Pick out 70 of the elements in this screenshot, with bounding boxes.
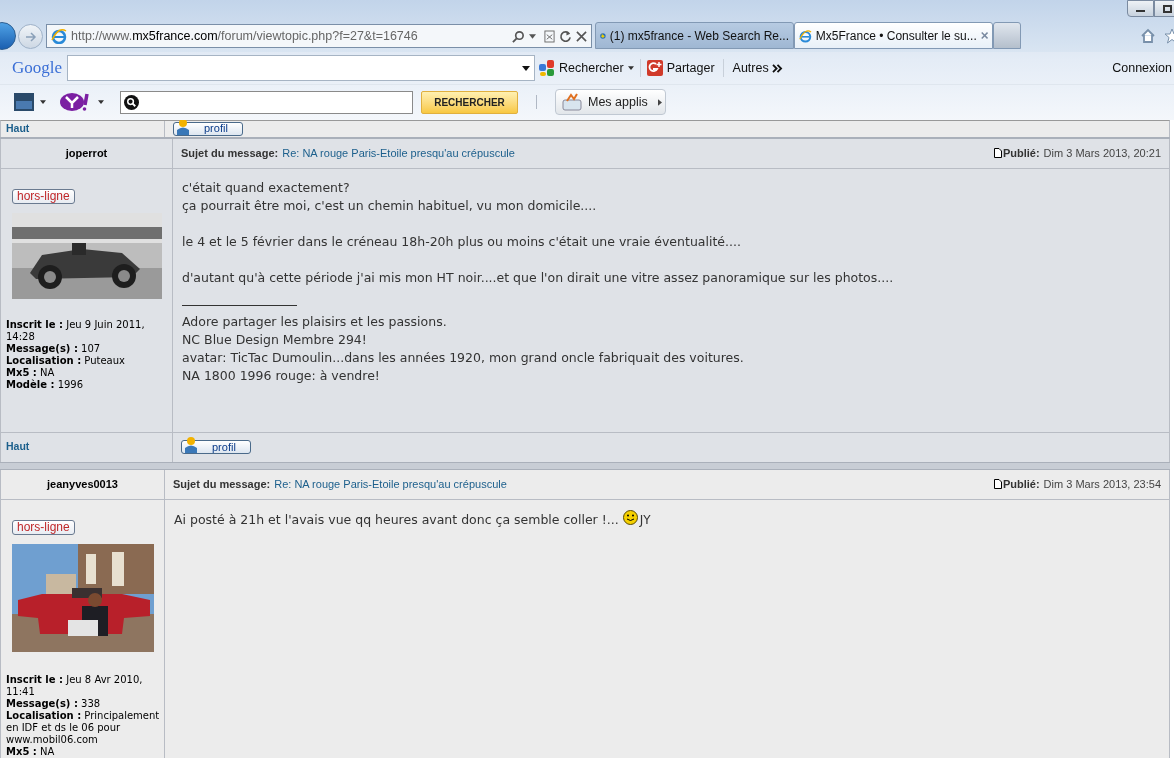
caret-right-icon [657, 98, 662, 106]
search-field[interactable] [120, 90, 413, 114]
member-detail: Localisation : Puteaux [6, 354, 126, 367]
profile-button[interactable]: profil [173, 121, 243, 136]
member-detail: Localisation : Principalement en IDF et ds le 06 pour www.mobil06.com [6, 709, 161, 746]
published-label: Publié: [1002, 477, 1040, 492]
document-icon [993, 148, 1002, 159]
member-detail: Mx5 : NA [6, 366, 56, 379]
offline-badge: hors-ligne [12, 188, 75, 204]
signature-text: NC Blue Design Membre 294! [182, 330, 368, 349]
offline-badge: hors-ligne [12, 519, 75, 535]
close-icon[interactable] [980, 31, 988, 40]
member-detail: Inscrit le : Jeu 8 Avr 2010, 11:41 [6, 673, 144, 698]
maximize-button[interactable] [1154, 0, 1174, 17]
apps-button[interactable]: Mes applis [555, 89, 666, 115]
browser-tab[interactable]: Mx5France • Consulter le su... [794, 22, 993, 49]
colored-squares-icon [539, 60, 555, 76]
browser-logo-icon [799, 27, 812, 44]
sign-off: JY [639, 512, 651, 530]
subject-label: Sujet du message: [181, 146, 279, 161]
published-label: Publié: [1002, 146, 1040, 161]
user-icon [176, 120, 190, 135]
search-button[interactable]: Rechercher [539, 58, 641, 78]
caret-icon[interactable] [40, 100, 46, 104]
post-text: ça pourrait être moi, c'est un chemin habituel, vu mon domicile.... [182, 196, 597, 215]
caret-icon[interactable] [98, 100, 104, 104]
more-button[interactable]: Autres [732, 58, 783, 78]
post-text: d'autant qu'à cette période j'ai mis mon HT noir....et que l'on dirait une vitre assez panoramique sur les photos.... [182, 268, 894, 287]
share-button[interactable]: Partager [646, 58, 724, 78]
author-name: jeanyves0013 [47, 477, 118, 492]
post-text: le 4 et le 5 février dans le créneau 18h-20h plus ou moins c'était une vraie éventualité.... [182, 232, 741, 251]
author-name: joperrot [65, 146, 108, 161]
g-plus-icon [646, 60, 663, 76]
subject-link[interactable]: Re: NA rouge Paris-Etoile presqu'au crépuscule [282, 145, 515, 162]
double-chevron-icon [771, 63, 783, 73]
document-icon [993, 479, 1002, 490]
search-button[interactable]: RECHERCHER [421, 90, 518, 114]
signature-text: avatar: TicTac Dumoulin...dans les années 1920, mon grand oncle fabriquait des voitures. [182, 348, 745, 367]
apps-icon [562, 93, 582, 111]
top-link[interactable]: Haut [6, 121, 30, 137]
member-detail: Message(s) : 107 [6, 342, 102, 355]
arrow-right-icon [24, 31, 37, 42]
minimize-button[interactable] [1127, 0, 1154, 17]
smiley-icon [622, 509, 638, 525]
top-link[interactable]: Haut [6, 439, 30, 456]
subject-label: Sujet du message: [173, 477, 271, 492]
post-date: Dim 3 Mars 2013, 20:21 [1043, 146, 1161, 161]
y-logo-icon[interactable] [60, 93, 92, 111]
signature-text: Adore partager les plaisirs et les passions. [182, 312, 448, 331]
sign-in-link[interactable]: Connexion [1112, 58, 1172, 78]
member-detail: Modèle : 1996 [6, 378, 85, 391]
tab-title: (1) mx5france - Web Search Re... [609, 27, 789, 45]
browser-tab[interactable]: (1) mx5france - Web Search Re... [595, 22, 794, 49]
post-text: Ai posté à 21h et l'avais vue qq heures avant donc ça semble coller !... [174, 511, 619, 530]
member-detail: Mx5 : NA [6, 745, 56, 758]
caret-icon [627, 66, 634, 70]
home-icon[interactable] [1140, 28, 1156, 44]
member-detail: Inscrit le : Jeu 9 Juin 2011, 14:28 [6, 318, 146, 343]
search-field[interactable] [67, 55, 535, 81]
caret-icon[interactable] [522, 65, 530, 71]
tab-title: Mx5France • Consulter le su... [815, 27, 977, 45]
post-date: Dim 3 Mars 2013, 23:54 [1043, 477, 1161, 492]
subject-link[interactable]: Re: NA rouge Paris-Etoile presqu'au crépuscule [274, 476, 507, 493]
post-text: c'était quand exactement? [182, 178, 350, 197]
member-detail: Message(s) : 338 [6, 697, 102, 710]
user-icon [184, 437, 198, 454]
search-icon [124, 94, 139, 110]
search-engine-logo: Google [12, 57, 64, 80]
profile-button[interactable]: profil [181, 440, 251, 455]
signature-text: NA 1800 1996 rouge: à vendre! [182, 366, 381, 385]
